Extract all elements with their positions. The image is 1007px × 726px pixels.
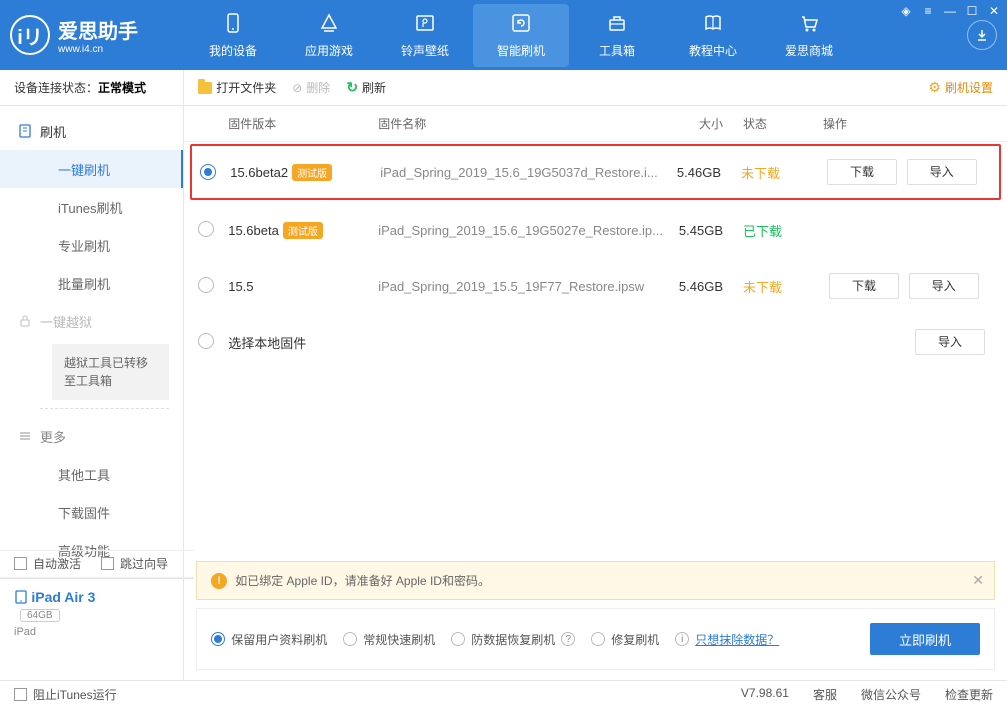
info-icon[interactable]: i bbox=[675, 632, 689, 646]
sidebar-one-click-flash[interactable]: 一键刷机 bbox=[0, 150, 183, 188]
nav-apps[interactable]: 应用游戏 bbox=[281, 4, 377, 67]
table-row: 15.5 iPad_Spring_2019_15.5_19F77_Restore… bbox=[184, 258, 1007, 314]
open-folder-button[interactable]: 打开文件夹 bbox=[198, 79, 276, 96]
image-icon bbox=[377, 12, 473, 38]
nav-ringtones[interactable]: 铃声壁纸 bbox=[377, 4, 473, 67]
local-firmware-row: 选择本地固件 导入 bbox=[184, 314, 1007, 370]
opt-normal[interactable]: 常规快速刷机 bbox=[343, 631, 435, 648]
win-min-icon[interactable]: — bbox=[943, 4, 957, 18]
col-size: 大小 bbox=[663, 115, 743, 132]
sidebar-jailbreak: 一键越狱 bbox=[0, 302, 183, 340]
auto-activate-checkbox[interactable] bbox=[14, 557, 27, 570]
wechat-link[interactable]: 微信公众号 bbox=[861, 686, 921, 703]
win-skin-icon[interactable]: ◈ bbox=[899, 4, 913, 18]
gear-icon: ⚙ bbox=[928, 79, 941, 96]
delete-icon: ⊘ bbox=[292, 81, 302, 95]
col-status: 状态 bbox=[743, 115, 823, 132]
sidebar-flash[interactable]: 刷机 bbox=[0, 112, 183, 150]
win-menu-icon[interactable]: ≡ bbox=[921, 4, 935, 18]
skip-guide-label: 跳过向导 bbox=[120, 555, 168, 572]
sidebar-batch-flash[interactable]: 批量刷机 bbox=[0, 264, 183, 302]
flash-options: 保留用户资料刷机 常规快速刷机 防数据恢复刷机? 修复刷机 i 只想抹除数据？ 立… bbox=[196, 608, 995, 670]
sidebar-pro-flash[interactable]: 专业刷机 bbox=[0, 226, 183, 264]
folder-icon bbox=[198, 82, 212, 94]
nav-toolbox[interactable]: 工具箱 bbox=[569, 4, 665, 67]
device-type: iPad bbox=[14, 626, 180, 638]
warning-icon: ! bbox=[211, 573, 227, 589]
download-button[interactable]: 下载 bbox=[829, 273, 899, 299]
flash-settings-button[interactable]: ⚙ 刷机设置 bbox=[928, 79, 993, 96]
col-version: 固件版本 bbox=[228, 115, 378, 132]
app-logo: iリ 爱思助手 www.i4.cn bbox=[10, 15, 165, 55]
erase-link[interactable]: 只想抹除数据？ bbox=[695, 631, 779, 648]
nav-flash[interactable]: 智能刷机 bbox=[473, 4, 569, 67]
cart-icon bbox=[761, 12, 857, 38]
service-link[interactable]: 客服 bbox=[813, 686, 837, 703]
phone-icon bbox=[185, 12, 281, 38]
nav-my-device[interactable]: 我的设备 bbox=[185, 4, 281, 67]
sidebar-other-tools[interactable]: 其他工具 bbox=[0, 455, 183, 493]
close-icon[interactable]: ✕ bbox=[972, 572, 984, 589]
row-radio[interactable] bbox=[200, 164, 216, 180]
app-site: www.i4.cn bbox=[58, 44, 138, 55]
connection-status: 设备连接状态：正常模式 bbox=[0, 70, 183, 106]
opt-recovery[interactable]: 防数据恢复刷机? bbox=[451, 631, 575, 648]
block-itunes-checkbox[interactable] bbox=[14, 688, 27, 701]
app-name: 爱思助手 bbox=[58, 15, 138, 44]
flash-now-button[interactable]: 立即刷机 bbox=[870, 623, 980, 655]
sidebar-itunes-flash[interactable]: iTunes刷机 bbox=[0, 188, 183, 226]
table-row: 15.6beta2测试版 iPad_Spring_2019_15.6_19G50… bbox=[190, 144, 1001, 200]
auto-activate-label: 自动激活 bbox=[33, 555, 81, 572]
sidebar-more[interactable]: 更多 bbox=[0, 417, 183, 455]
nav-store[interactable]: 爱思商城 bbox=[761, 4, 857, 67]
flash-icon bbox=[18, 124, 32, 138]
tablet-icon bbox=[14, 593, 31, 607]
import-button[interactable]: 导入 bbox=[907, 159, 977, 185]
skip-guide-checkbox[interactable] bbox=[101, 557, 114, 570]
sidebar-download-firmware[interactable]: 下载固件 bbox=[0, 493, 183, 531]
refresh-icon: ↻ bbox=[346, 79, 358, 96]
warning-bar: ! 如已绑定 Apple ID，请准备好 Apple ID和密码。 ✕ bbox=[196, 561, 995, 600]
version-label: V7.98.61 bbox=[741, 686, 789, 703]
more-icon bbox=[18, 429, 32, 443]
device-name: iPad Air 3 bbox=[31, 589, 95, 605]
toolbox-icon bbox=[569, 12, 665, 38]
win-close-icon[interactable]: ✕ bbox=[987, 4, 1001, 18]
opt-repair[interactable]: 修复刷机 bbox=[591, 631, 659, 648]
import-button[interactable]: 导入 bbox=[909, 273, 979, 299]
nav-tutorials[interactable]: 教程中心 bbox=[665, 4, 761, 67]
table-header: 固件版本 固件名称 大小 状态 操作 bbox=[184, 106, 1007, 142]
lock-icon bbox=[18, 314, 32, 328]
logo-icon: iリ bbox=[10, 15, 50, 55]
import-button[interactable]: 导入 bbox=[915, 329, 985, 355]
row-radio[interactable] bbox=[198, 277, 214, 293]
row-radio[interactable] bbox=[198, 333, 214, 349]
device-panel: iPad Air 3 64GB iPad bbox=[0, 578, 194, 648]
device-capacity: 64GB bbox=[20, 609, 60, 622]
download-button[interactable]: 下载 bbox=[827, 159, 897, 185]
col-name: 固件名称 bbox=[378, 115, 663, 132]
check-update-link[interactable]: 检查更新 bbox=[945, 686, 993, 703]
refresh-square-icon bbox=[473, 12, 569, 38]
apps-icon bbox=[281, 12, 377, 38]
opt-keep-data[interactable]: 保留用户资料刷机 bbox=[211, 631, 327, 648]
download-indicator-icon[interactable] bbox=[967, 20, 997, 50]
delete-button[interactable]: ⊘ 删除 bbox=[292, 79, 330, 96]
win-max-icon[interactable]: ☐ bbox=[965, 4, 979, 18]
row-radio[interactable] bbox=[198, 221, 214, 237]
jailbreak-note: 越狱工具已转移至工具箱 bbox=[52, 344, 169, 400]
table-row: 15.6beta测试版 iPad_Spring_2019_15.6_19G502… bbox=[184, 202, 1007, 258]
block-itunes-label: 阻止iTunes运行 bbox=[33, 686, 117, 703]
book-icon bbox=[665, 12, 761, 38]
refresh-button[interactable]: ↻ 刷新 bbox=[346, 79, 386, 96]
help-icon[interactable]: ? bbox=[561, 632, 575, 646]
col-ops: 操作 bbox=[823, 115, 993, 132]
